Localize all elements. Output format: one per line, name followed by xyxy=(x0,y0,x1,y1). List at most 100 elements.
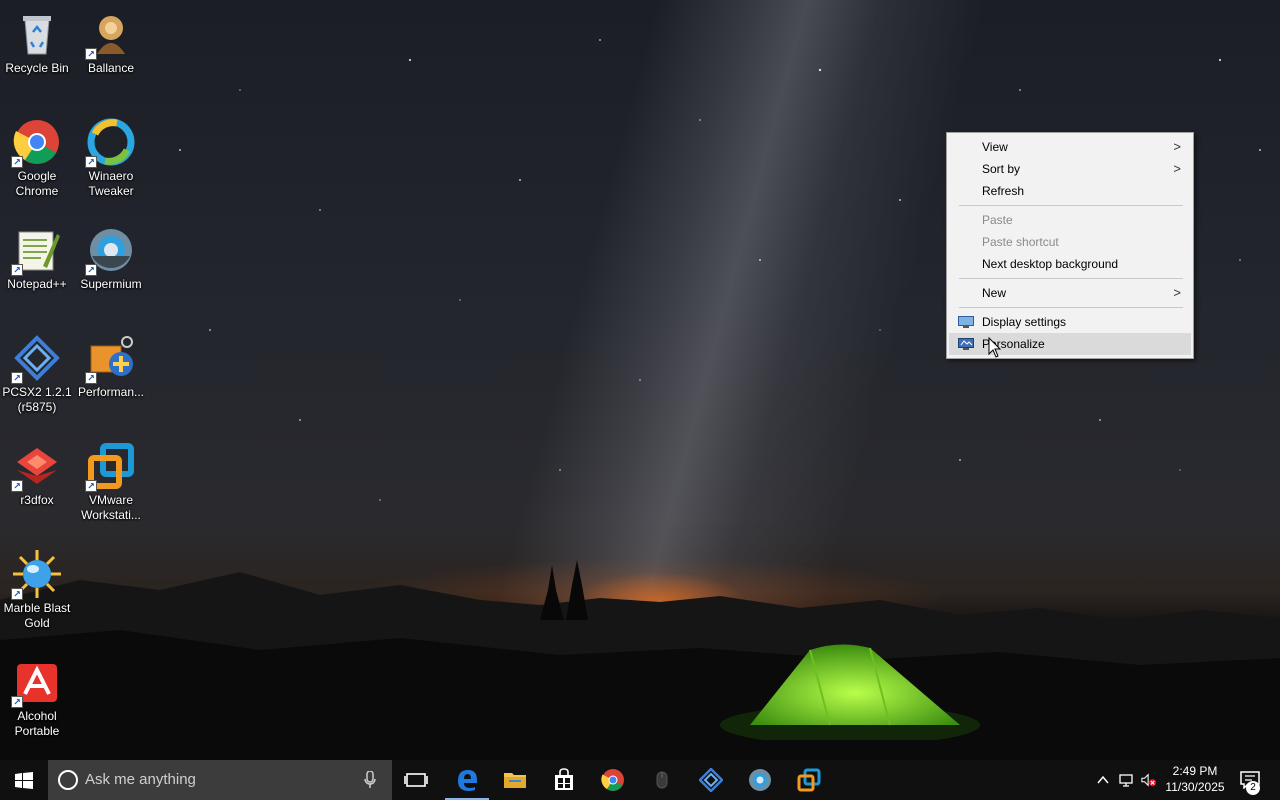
shortcut-arrow-icon: ↗ xyxy=(85,156,97,168)
desktop-icon-notepad-plus-plus[interactable]: ↗ Notepad++ xyxy=(0,222,74,292)
wallpaper-tent xyxy=(720,644,980,740)
desktop-icon-google-chrome[interactable]: ↗ Google Chrome xyxy=(0,114,74,199)
desktop-icon-winaero-tweaker[interactable]: ↗ Winaero Tweaker xyxy=(74,114,148,199)
supermium-icon xyxy=(749,769,771,791)
shortcut-arrow-icon: ↗ xyxy=(11,156,23,168)
menu-item-label: Paste xyxy=(982,213,1013,227)
menu-item-label: New xyxy=(982,286,1007,300)
shortcut-arrow-icon: ↗ xyxy=(11,264,23,276)
shortcut-arrow-icon: ↗ xyxy=(11,588,23,600)
menu-item-label: View xyxy=(982,140,1008,154)
vmware-icon xyxy=(797,768,821,792)
menu-item-next-desktop-background[interactable]: Next desktop background xyxy=(949,253,1191,275)
desktop-icon-pcsx2[interactable]: ↗ PCSX2 1.2.1 (r5875) xyxy=(0,330,74,415)
alcohol-icon: ↗ xyxy=(11,658,61,708)
taskbar-supermium[interactable] xyxy=(736,760,784,800)
desktop-icon-label: VMware Workstati... xyxy=(81,493,141,522)
shortcut-arrow-icon: ↗ xyxy=(11,480,23,492)
desktop-icon-label: Notepad++ xyxy=(7,277,67,291)
notification-count-badge: 2 xyxy=(1246,781,1260,795)
desktop-icon-label: Marble Blast Gold xyxy=(3,601,71,630)
taskbar-file-explorer[interactable] xyxy=(491,760,539,800)
chevron-right-icon: > xyxy=(1173,161,1181,176)
taskbar-store[interactable] xyxy=(540,760,588,800)
personalize-icon xyxy=(958,338,974,350)
menu-item-personalize[interactable]: Personalize xyxy=(949,333,1191,355)
network-icon[interactable] xyxy=(1118,772,1134,788)
desktop-icon-label: Recycle Bin xyxy=(5,61,69,75)
chevron-right-icon: > xyxy=(1173,139,1181,154)
windows-logo-icon xyxy=(15,772,33,789)
desktop-icon-label: Performan... xyxy=(77,385,145,399)
chevron-right-icon: > xyxy=(1173,285,1181,300)
file-explorer-icon xyxy=(504,773,526,788)
desktop-icon-supermium[interactable]: ↗ Supermium xyxy=(74,222,148,292)
performance-icon: ↗ xyxy=(85,334,135,384)
recycle-bin-icon xyxy=(13,10,61,58)
desktop-icon-marble-blast-gold[interactable]: ↗ Marble Blast Gold xyxy=(0,546,74,631)
menu-separator xyxy=(959,205,1183,206)
shortcut-arrow-icon: ↗ xyxy=(85,264,97,276)
desktop-icon-label: r3dfox xyxy=(20,493,54,507)
edge-icon xyxy=(458,770,477,791)
clock-time: 2:49 PM xyxy=(1172,764,1218,778)
desktop-icon-vmware[interactable]: ↗ VMware Workstati... xyxy=(74,438,148,523)
chevron-up-icon[interactable] xyxy=(1095,772,1111,788)
winaero-tweaker-icon: ↗ xyxy=(85,118,135,168)
pcsx2-icon xyxy=(699,768,723,792)
desktop-icon-alcohol-portable[interactable]: ↗ Alcohol Portable xyxy=(0,654,74,739)
taskbar-mouse-app[interactable] xyxy=(638,760,686,800)
taskbar-edge[interactable] xyxy=(443,760,491,800)
menu-item-view[interactable]: View > xyxy=(949,136,1191,158)
taskbar-vmware[interactable] xyxy=(785,760,833,800)
pcsx2-icon: ↗ xyxy=(11,334,61,384)
vmware-icon: ↗ xyxy=(85,442,135,492)
cortana-search-box[interactable]: Ask me anything xyxy=(48,760,392,800)
menu-separator xyxy=(959,278,1183,279)
shortcut-arrow-icon: ↗ xyxy=(85,48,97,60)
notepad-plus-plus-icon: ↗ xyxy=(11,226,61,276)
menu-item-label: Display settings xyxy=(982,315,1067,329)
ballance-icon: ↗ xyxy=(85,10,135,60)
task-view-button[interactable] xyxy=(392,760,440,800)
mouse-cursor-icon xyxy=(988,337,1002,358)
mouse-icon xyxy=(656,771,668,789)
wallpaper-mountains xyxy=(0,560,1280,760)
shortcut-arrow-icon: ↗ xyxy=(85,372,97,384)
menu-item-display-settings[interactable]: Display settings xyxy=(949,311,1191,333)
desktop-icon-performance[interactable]: ↗ Performan... xyxy=(74,330,148,400)
search-placeholder: Ask me anything xyxy=(85,771,196,788)
menu-item-new[interactable]: New > xyxy=(949,282,1191,304)
supermium-icon: ↗ xyxy=(85,226,135,276)
menu-item-refresh[interactable]: Refresh xyxy=(949,180,1191,202)
display-icon xyxy=(958,316,974,328)
taskbar: Ask me anything 2:49 PM 11/30/2025 xyxy=(0,760,1280,800)
menu-item-label: Sort by xyxy=(982,162,1021,176)
desktop-icon-label: Google Chrome xyxy=(15,169,59,198)
desktop-icon-ballance[interactable]: ↗ Ballance xyxy=(74,6,148,76)
taskbar-pcsx2[interactable] xyxy=(687,760,735,800)
chrome-icon: ↗ xyxy=(11,118,61,168)
desktop-icon-label: Alcohol Portable xyxy=(14,709,60,738)
menu-item-sort-by[interactable]: Sort by > xyxy=(949,158,1191,180)
marble-blast-icon: ↗ xyxy=(11,550,61,600)
system-clock[interactable]: 2:49 PM 11/30/2025 xyxy=(1160,763,1230,795)
store-icon xyxy=(555,768,573,790)
menu-item-label: Refresh xyxy=(982,184,1025,198)
desktop-icon-label: Ballance xyxy=(87,61,135,75)
task-view-icon xyxy=(404,773,428,787)
start-button[interactable] xyxy=(0,760,48,800)
menu-item-label: Next desktop background xyxy=(982,257,1119,271)
taskbar-chrome[interactable] xyxy=(589,760,637,800)
menu-item-label: Paste shortcut xyxy=(982,235,1059,249)
desktop-icon-label: Supermium xyxy=(80,277,142,291)
clock-date: 11/30/2025 xyxy=(1165,780,1225,794)
volume-muted-icon[interactable] xyxy=(1141,772,1157,788)
cortana-icon xyxy=(58,770,78,790)
menu-item-paste: Paste xyxy=(949,209,1191,231)
desktop-icon-r3dfox[interactable]: ↗ r3dfox xyxy=(0,438,74,508)
shortcut-arrow-icon: ↗ xyxy=(11,372,23,384)
menu-item-paste-shortcut: Paste shortcut xyxy=(949,231,1191,253)
desktop-icon-recycle-bin[interactable]: Recycle Bin xyxy=(0,6,74,76)
microphone-icon[interactable] xyxy=(364,771,376,789)
